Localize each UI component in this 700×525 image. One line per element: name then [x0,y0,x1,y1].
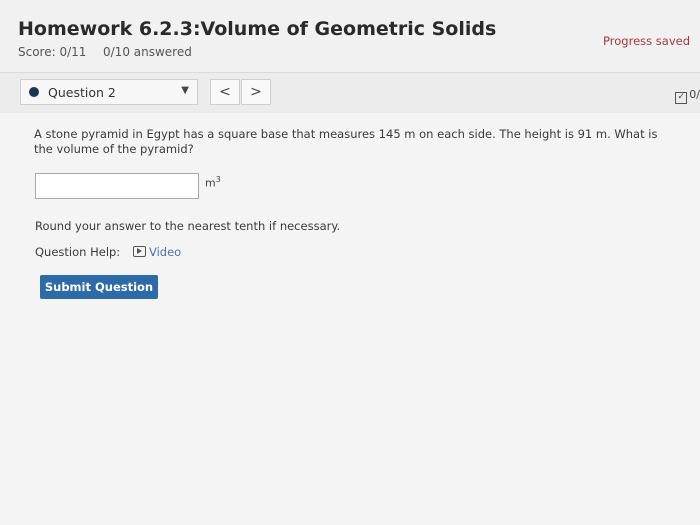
unit-base: m [205,176,216,190]
video-help-link[interactable]: Video [133,245,181,259]
unit-exponent: 3 [215,175,221,184]
question-status-dot [29,87,39,97]
question-text: A stone pyramid in Egypt has a square ba… [34,127,658,156]
answer-unit: m3 [205,175,221,190]
rounding-instruction: Round your answer to the nearest tenth i… [35,219,341,233]
question-selector-label: Question 2 [48,85,116,100]
progress-status: Progress saved [603,34,690,48]
dropdown-caret-icon: ▼ [181,85,189,96]
checkbox-icon: ✓ [675,92,688,104]
page-title: Homework 6.2.3:Volume of Geometric Solid… [18,18,497,40]
header: Homework 6.2.3:Volume of Geometric Solid… [0,0,700,72]
question-selector[interactable]: Question 2 ▼ [20,79,198,105]
previous-question-button[interactable]: < [210,79,240,105]
video-icon [133,246,146,257]
completion-status-text: 0/ [689,88,700,101]
score-label: Score: 0/11 [18,45,87,59]
next-question-button[interactable]: > [241,79,271,105]
question-navigation-bar: Question 2 ▼ < > ✓ 0/ [0,72,700,114]
completion-status[interactable]: ✓ 0/ [675,88,700,104]
submit-question-button[interactable]: Submit Question [40,275,158,299]
question-help-label: Question Help: [35,245,121,259]
answered-count: 0/10 answered [103,45,192,59]
question-panel: A stone pyramid in Egypt has a square ba… [0,113,700,525]
answer-input[interactable] [35,173,199,199]
video-link-label: Video [149,245,182,259]
